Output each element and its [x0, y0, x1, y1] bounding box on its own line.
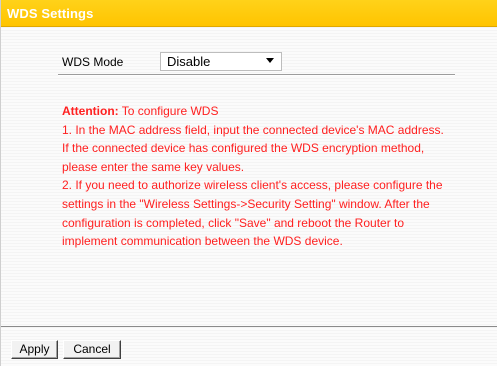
divider — [58, 74, 455, 76]
attention-heading-rest: To configure WDS — [118, 104, 219, 118]
attention-line: please enter the same key values. — [62, 159, 245, 174]
attention-line: configuration is completed, click "Save"… — [62, 215, 405, 230]
apply-button[interactable]: Apply — [11, 340, 58, 359]
attention-line: implement communication between the WDS … — [62, 234, 343, 249]
attention-line: settings in the "Wireless Settings->Secu… — [62, 196, 430, 211]
attention-heading: Attention: — [62, 104, 119, 118]
wds-mode-selected-value: Disable — [167, 54, 211, 69]
page-title: WDS Settings — [7, 6, 94, 21]
attention-line: If the connected device has configured t… — [62, 141, 425, 156]
cancel-button[interactable]: Cancel — [63, 340, 121, 359]
attention-line: 2. If you need to authorize wireless cli… — [62, 178, 443, 193]
attention-heading-line: Attention: To configure WDS — [62, 102, 486, 121]
attention-notice: Attention: To configure WDS 1. In the MA… — [62, 102, 486, 251]
footer-divider — [1, 326, 497, 327]
title-bar: WDS Settings — [1, 0, 497, 27]
attention-line: 1. In the MAC address field, input the c… — [62, 122, 444, 137]
wds-mode-select[interactable]: Disable — [160, 52, 282, 71]
chevron-down-icon — [266, 58, 274, 63]
wds-settings-panel: WDS Settings WDS Mode Disable Attention:… — [0, 0, 497, 366]
wds-mode-label: WDS Mode — [62, 55, 124, 69]
